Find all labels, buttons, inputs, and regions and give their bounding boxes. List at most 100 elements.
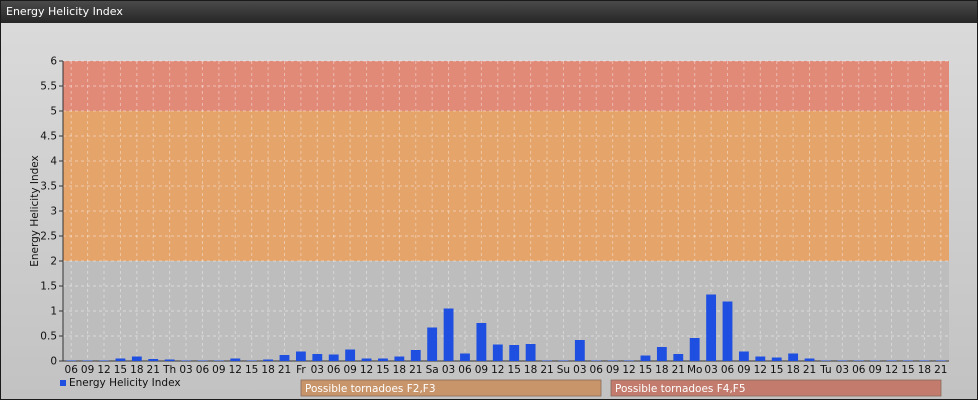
x-tick-label: 06 bbox=[65, 364, 79, 376]
bar bbox=[755, 356, 766, 361]
bar bbox=[213, 360, 224, 361]
bar bbox=[935, 360, 946, 361]
bar bbox=[492, 344, 503, 361]
bar bbox=[476, 323, 487, 361]
legend-series-label: Energy Helicity Index bbox=[69, 377, 181, 389]
bar bbox=[164, 359, 175, 361]
bar bbox=[738, 351, 749, 361]
x-tick-label: 06 bbox=[852, 364, 866, 376]
x-tick-label: 12 bbox=[97, 364, 110, 376]
x-tick-label: 15 bbox=[508, 364, 521, 376]
x-tick-label: 03 bbox=[704, 364, 717, 376]
bar bbox=[903, 360, 913, 361]
x-tick-label: 21 bbox=[278, 364, 291, 376]
bar bbox=[328, 354, 339, 361]
window-title: Energy Helicity Index bbox=[1, 1, 977, 23]
x-tick-label: 06 bbox=[590, 364, 604, 376]
bar bbox=[542, 360, 552, 361]
y-tick-label: 6 bbox=[50, 56, 57, 68]
bar bbox=[886, 360, 897, 361]
bar bbox=[804, 358, 815, 361]
x-tick-label: 18 bbox=[261, 364, 274, 376]
bar bbox=[870, 360, 881, 361]
x-tick-label: 18 bbox=[524, 364, 537, 376]
x-tick-label: 03 bbox=[179, 364, 192, 376]
x-tick-label: 06 bbox=[458, 364, 472, 376]
x-tick-label: Fr bbox=[296, 364, 306, 376]
bar bbox=[591, 360, 602, 361]
chart-window: Energy Helicity Index 0 0.5 1 1.5 2 2.5 3 3.5 4 4… bbox=[0, 0, 978, 400]
bar bbox=[312, 354, 323, 361]
y-tick-label: 4.5 bbox=[40, 131, 57, 143]
x-tick-label: 21 bbox=[934, 364, 947, 376]
x-tick-label: 06 bbox=[721, 364, 735, 376]
x-tick-label: 18 bbox=[655, 364, 668, 376]
bar bbox=[410, 350, 421, 361]
y-tick-label: 0 bbox=[50, 356, 57, 368]
bar bbox=[378, 358, 388, 361]
chart-panel: 0 0.5 1 1.5 2 2.5 3 3.5 4 4.5 5 5.5 6 Energy Helicity… bbox=[1, 23, 977, 399]
bar bbox=[574, 340, 585, 361]
bar bbox=[131, 356, 142, 361]
x-tick-label: 15 bbox=[376, 364, 389, 376]
bar bbox=[148, 359, 159, 361]
x-tick-label: 12 bbox=[491, 364, 504, 376]
bar bbox=[394, 356, 405, 361]
x-tick-label: 09 bbox=[343, 364, 356, 376]
x-tick-label: Tu bbox=[819, 364, 831, 376]
x-tick-label: 12 bbox=[360, 364, 373, 376]
x-tick-label: 09 bbox=[868, 364, 881, 376]
bar bbox=[640, 355, 651, 361]
legend-swatch bbox=[60, 380, 66, 386]
y-tick-label: 2.5 bbox=[40, 231, 57, 243]
x-tick-label: 06 bbox=[327, 364, 341, 376]
y-tick-label: 5 bbox=[50, 106, 57, 118]
y-tick-label: 1.5 bbox=[40, 281, 57, 293]
bar bbox=[361, 358, 372, 361]
x-tick-label: 18 bbox=[786, 364, 799, 376]
x-tick-label: 21 bbox=[672, 364, 685, 376]
y-tick-label: 3 bbox=[50, 206, 57, 218]
bar bbox=[656, 347, 667, 361]
x-tick-label: 15 bbox=[770, 364, 783, 376]
band-legend-label-1: Possible tornadoes F2,F3 bbox=[305, 383, 436, 395]
x-tick-label: 06 bbox=[196, 364, 210, 376]
y-tick-label: 1 bbox=[50, 306, 57, 318]
x-tick-label: 15 bbox=[639, 364, 652, 376]
bar bbox=[263, 359, 274, 361]
bar bbox=[509, 345, 520, 361]
x-tick-label: Th bbox=[162, 364, 176, 376]
bar bbox=[689, 338, 700, 361]
bar bbox=[558, 360, 569, 361]
x-tick-label: 03 bbox=[836, 364, 849, 376]
x-tick-label: 21 bbox=[409, 364, 422, 376]
bar bbox=[853, 360, 864, 361]
y-tick-label: 5.5 bbox=[40, 81, 57, 93]
x-tick-label: Mo bbox=[687, 364, 702, 376]
y-tick-label: 3.5 bbox=[40, 181, 57, 193]
x-tick-label: 12 bbox=[229, 364, 242, 376]
x-tick-label: 03 bbox=[442, 364, 455, 376]
x-tick-label: 09 bbox=[606, 364, 619, 376]
x-tick-label: 03 bbox=[311, 364, 324, 376]
y-tick-label: 4 bbox=[50, 156, 57, 168]
bar bbox=[624, 360, 634, 361]
x-tick-label: Su bbox=[557, 364, 570, 376]
bar bbox=[279, 355, 290, 361]
ehi-chart: 0 0.5 1 1.5 2 2.5 3 3.5 4 4.5 5 5.5 6 Energy Helicity… bbox=[29, 56, 949, 397]
x-tick-label: 15 bbox=[114, 364, 127, 376]
bar bbox=[345, 349, 356, 361]
y-axis-title: Energy Helicity Index bbox=[29, 155, 41, 267]
bar bbox=[706, 294, 717, 361]
x-tick-label: 09 bbox=[475, 364, 488, 376]
bar bbox=[837, 360, 848, 361]
y-tick-label: 0.5 bbox=[40, 331, 57, 343]
x-tick-label: Sa bbox=[426, 364, 439, 376]
x-tick-label: 12 bbox=[754, 364, 767, 376]
x-tick-label: 21 bbox=[540, 364, 553, 376]
y-tick-label: 2 bbox=[50, 256, 57, 268]
x-tick-label: 18 bbox=[130, 364, 143, 376]
x-tick-label: 15 bbox=[901, 364, 914, 376]
x-tick-label: 18 bbox=[393, 364, 406, 376]
bar bbox=[821, 360, 831, 361]
